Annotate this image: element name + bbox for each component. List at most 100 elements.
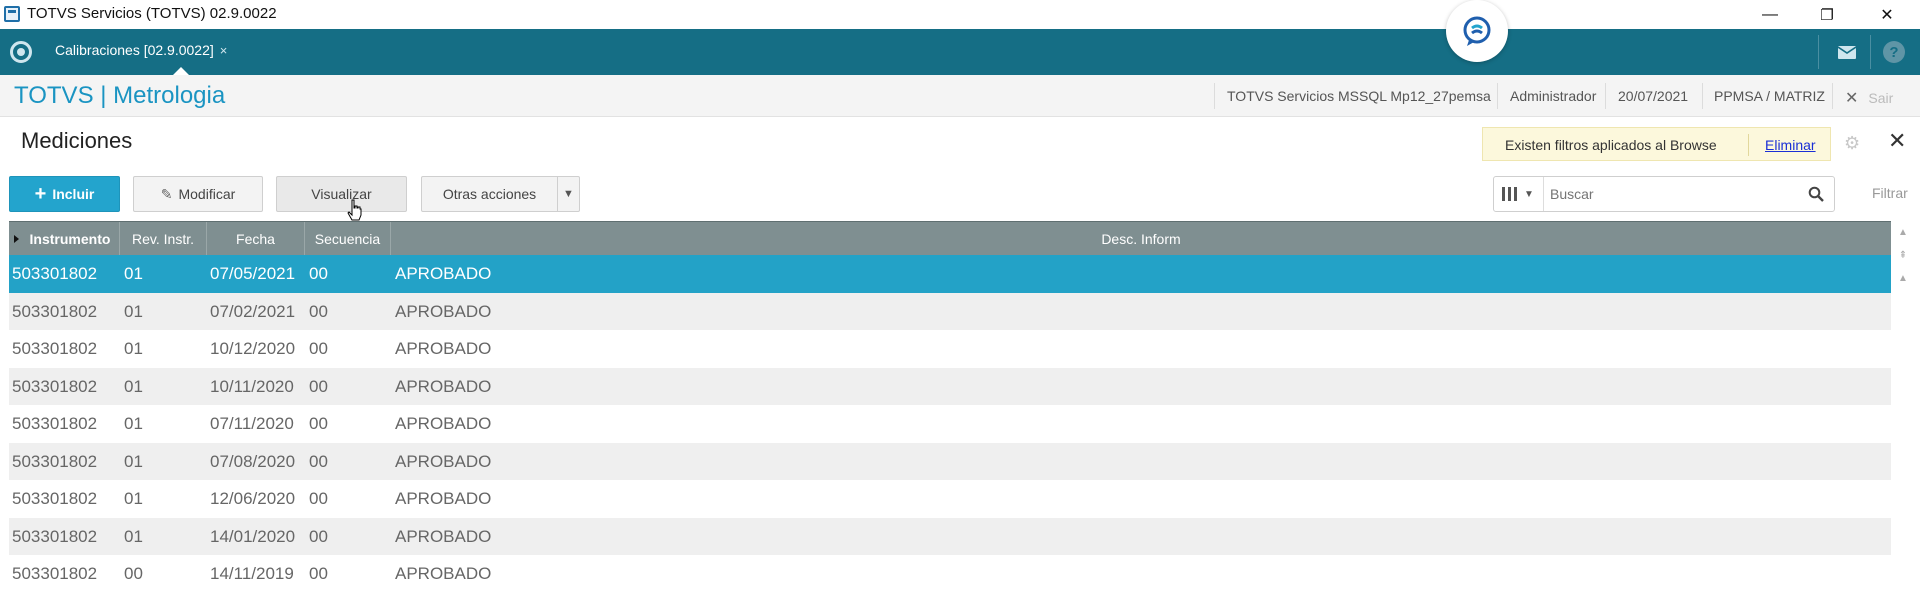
exit-button[interactable]: ✕ Sair: [1845, 88, 1893, 108]
view-button[interactable]: Visualizar: [276, 176, 407, 212]
table-row[interactable]: 503301802 01 10/11/2020 00 APROBADO: [9, 367, 1891, 405]
mail-icon[interactable]: [1836, 41, 1858, 63]
table-row[interactable]: 503301802 00 14/11/2019 00 APROBADO: [9, 555, 1891, 593]
cell-desc-inform: APROBADO: [395, 526, 492, 546]
filter-notice-divider: [1748, 134, 1749, 156]
modify-label: Modificar: [178, 186, 236, 202]
restore-button[interactable]: ❐: [1804, 0, 1850, 29]
table-row[interactable]: 503301802 01 07/05/2021 00 APROBADO: [9, 255, 1891, 293]
app-window-icon: [4, 6, 20, 22]
help-icon[interactable]: ?: [1883, 41, 1905, 63]
remove-filter-link[interactable]: Eliminar: [1765, 137, 1816, 153]
date-info: 20/07/2021: [1618, 88, 1689, 104]
cell-fecha: 07/08/2020: [210, 451, 296, 471]
column-header-desc-inform[interactable]: Desc. Inform: [391, 222, 1891, 256]
header-divider: [1832, 83, 1833, 109]
plus-icon: +: [34, 182, 47, 205]
cell-instrumento: 503301802: [12, 414, 98, 433]
module-title: TOTVS | Metrologia: [14, 82, 226, 109]
window-title: TOTVS Servicios (TOTVS) 02.9.0022: [27, 5, 277, 22]
grid-header: Instrumento Rev. Instr. Fecha Secuencia …: [9, 221, 1891, 256]
table-row[interactable]: 503301802 01 07/11/2020 00 APROBADO: [9, 405, 1891, 443]
table-row[interactable]: 503301802 01 12/06/2020 00 APROBADO: [9, 480, 1891, 518]
table-row[interactable]: 503301802 01 07/02/2021 00 APROBADO: [9, 292, 1891, 330]
cell-instrumento: 503301802: [12, 526, 98, 546]
cell-rev-instr: 01: [124, 414, 143, 433]
cell-secuencia: 00: [309, 526, 328, 546]
chevron-down-icon[interactable]: ▼: [557, 177, 579, 211]
cell-instrumento: 503301802: [12, 301, 98, 321]
search-input[interactable]: [1550, 183, 1795, 205]
cell-fecha: 10/12/2020: [210, 339, 296, 358]
cell-secuencia: 00: [309, 489, 328, 508]
appbar-divider: [1818, 35, 1819, 69]
cell-fecha: 14/01/2020: [210, 526, 296, 546]
modify-button[interactable]: ✎ Modificar: [133, 176, 263, 212]
window-title-bar: TOTVS Servicios (TOTVS) 02.9.0022 — ❐ ✕: [0, 0, 1920, 29]
cell-secuencia: 00: [309, 301, 328, 321]
cell-rev-instr: 01: [124, 526, 143, 546]
cell-instrumento: 503301802: [12, 564, 98, 583]
cell-secuencia: 00: [309, 564, 328, 583]
cell-secuencia: 00: [309, 414, 328, 433]
cell-fecha: 07/11/2020: [210, 414, 294, 433]
minimize-button[interactable]: —: [1747, 0, 1793, 29]
cell-secuencia: 00: [309, 451, 328, 471]
row-indicator-icon: [14, 235, 19, 243]
active-tab-caret: [173, 67, 189, 75]
other-actions-label: Otras acciones: [442, 186, 537, 202]
exit-label: Sair: [1868, 90, 1894, 106]
cell-secuencia: 00: [309, 339, 328, 358]
cell-secuencia: 00: [309, 264, 328, 283]
search-icon[interactable]: [1808, 186, 1824, 202]
cell-instrumento: 503301802: [12, 489, 98, 508]
grid-scrollbar[interactable]: ▲ ⇞ ▲: [1893, 221, 1913, 605]
cell-instrumento: 503301802: [12, 264, 98, 283]
cell-fecha: 14/11/2019: [210, 564, 294, 583]
appbar-divider: [1870, 35, 1871, 69]
cell-desc-inform: APROBADO: [395, 376, 492, 396]
settings-gear-icon[interactable]: ⚙: [1844, 134, 1862, 152]
close-page-icon[interactable]: ✕: [1888, 130, 1910, 152]
columns-selector-button[interactable]: ▼: [1494, 177, 1544, 211]
scroll-page-up-icon[interactable]: ⇞: [1897, 248, 1909, 264]
filter-button[interactable]: Filtrar: [1872, 185, 1908, 201]
search-box: ▼: [1493, 176, 1835, 212]
table-row[interactable]: 503301802 01 14/01/2020 00 APROBADO: [9, 517, 1891, 555]
cell-desc-inform: APROBADO: [395, 414, 492, 433]
pencil-icon: ✎: [160, 185, 173, 202]
scroll-up-icon[interactable]: ▲: [1897, 271, 1909, 287]
tab-calibraciones[interactable]: Calibraciones [02.9.0022] ×: [44, 29, 234, 75]
cell-fecha: 10/11/2020: [210, 376, 294, 396]
header-divider: [1497, 83, 1498, 109]
cell-desc-inform: APROBADO: [395, 339, 492, 358]
chat-assistant-icon[interactable]: [1446, 0, 1508, 62]
cell-secuencia: 00: [309, 376, 328, 396]
cell-desc-inform: APROBADO: [395, 489, 492, 508]
cell-instrumento: 503301802: [12, 451, 98, 471]
cell-desc-inform: APROBADO: [395, 451, 492, 471]
page-title: Mediciones: [21, 128, 133, 153]
cell-desc-inform: APROBADO: [395, 264, 492, 283]
app-bar: Calibraciones [02.9.0022] × ?: [0, 0, 1920, 75]
cell-desc-inform: APROBADO: [395, 301, 492, 321]
tab-close-icon[interactable]: ×: [220, 43, 228, 58]
column-header-instrumento[interactable]: Instrumento: [9, 222, 120, 256]
column-header-fecha[interactable]: Fecha: [207, 222, 305, 256]
table-row[interactable]: 503301802 01 07/08/2020 00 APROBADO: [9, 442, 1891, 480]
column-header-secuencia[interactable]: Secuencia: [305, 222, 391, 256]
user-info: Administrador: [1510, 88, 1597, 104]
column-header-rev-instr[interactable]: Rev. Instr.: [120, 222, 207, 256]
close-window-button[interactable]: ✕: [1864, 0, 1910, 29]
close-icon: ✕: [1845, 90, 1859, 107]
cell-fecha: 07/05/2021: [210, 264, 296, 283]
other-actions-button[interactable]: Otras acciones ▼: [421, 176, 580, 212]
scroll-top-icon[interactable]: ▲: [1897, 225, 1909, 241]
header-divider: [1702, 83, 1703, 109]
cell-fecha: 07/02/2021: [210, 301, 296, 321]
cell-rev-instr: 01: [124, 339, 143, 358]
table-row[interactable]: 503301802 01 10/12/2020 00 APROBADO: [9, 330, 1891, 368]
include-button[interactable]: + Incluir: [9, 176, 120, 212]
totvs-logo-icon[interactable]: [10, 41, 32, 63]
data-grid: Instrumento Rev. Instr. Fecha Secuencia …: [9, 221, 1891, 593]
